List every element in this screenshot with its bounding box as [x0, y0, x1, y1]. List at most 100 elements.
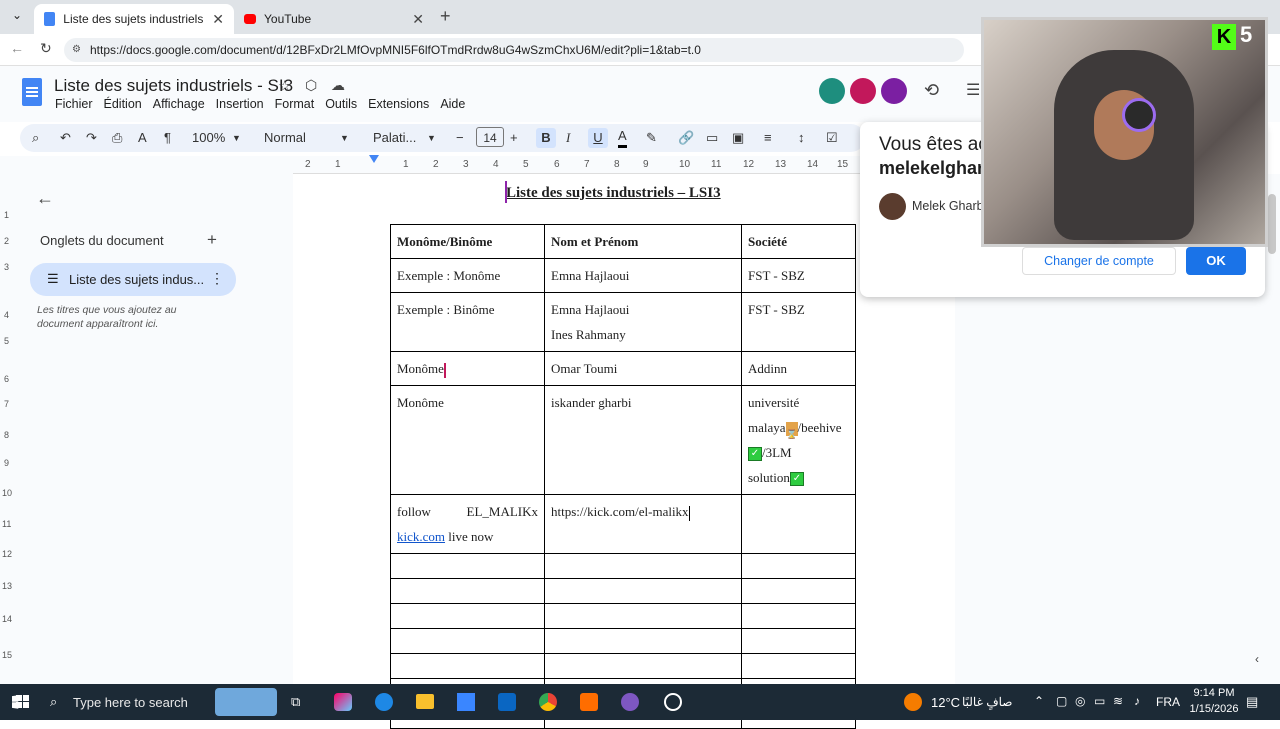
table-cell[interactable]: Emna Hajlaoui Ines Rahmany	[544, 292, 742, 352]
star-icon[interactable]: ☆	[278, 77, 291, 95]
decrease-size-icon[interactable]: −	[456, 128, 464, 148]
search-icon[interactable]: ⌕	[32, 128, 39, 148]
link-icon[interactable]: 🔗	[678, 128, 694, 148]
url-field[interactable]: https://docs.google.com/document/d/12BFx…	[64, 38, 964, 62]
table-cell[interactable]	[741, 553, 856, 579]
tab-search-icon[interactable]: ⌄	[8, 8, 26, 26]
table-header-cell[interactable]: Société	[741, 224, 856, 259]
table-cell[interactable]: Monôme	[390, 385, 545, 495]
kick-link[interactable]: kick.com	[397, 529, 445, 544]
move-icon[interactable]: ⬡	[305, 77, 317, 94]
table-cell[interactable]	[390, 628, 545, 654]
chevron-down-icon[interactable]: ▼	[427, 128, 436, 148]
chevron-down-icon[interactable]: ▼	[232, 128, 241, 148]
style-select[interactable]: Normal	[264, 128, 306, 148]
highlight-icon[interactable]: ✎	[646, 128, 657, 148]
table-cell[interactable]	[390, 653, 545, 679]
table-cell[interactable]	[544, 628, 742, 654]
history-icon[interactable]: ⟲	[924, 80, 939, 101]
comments-icon[interactable]: ☰	[966, 80, 980, 100]
table-cell[interactable]: Omar Toumi	[544, 351, 742, 386]
copilot-icon[interactable]	[334, 693, 352, 711]
comment-icon[interactable]: ▭	[706, 128, 718, 148]
chevron-up-icon[interactable]: ⌃	[1034, 694, 1044, 708]
discord-icon[interactable]	[621, 693, 639, 711]
back-arrow-icon[interactable]: ←	[36, 188, 54, 209]
document-heading[interactable]: Liste des sujets industriels – LSI3	[506, 185, 721, 202]
volume-icon[interactable]: ♪	[1134, 694, 1140, 708]
collaborator-avatar[interactable]	[819, 78, 845, 104]
table-cell[interactable]: Monôme	[390, 351, 545, 386]
undo-icon[interactable]: ↶	[60, 128, 71, 148]
spellcheck-icon[interactable]: A	[138, 128, 147, 148]
edge-icon[interactable]	[375, 693, 393, 711]
table-cell[interactable]: Addinn	[741, 351, 856, 386]
taskbar-search-box[interactable]: Type here to search	[73, 695, 188, 710]
app-icon[interactable]	[580, 693, 598, 711]
start-button[interactable]	[16, 695, 29, 708]
wifi-icon[interactable]: ≋	[1113, 694, 1123, 708]
notification-icon[interactable]: ▤	[1246, 694, 1258, 710]
table-cell[interactable]: FST - SBZ	[741, 292, 856, 352]
table-cell[interactable]	[741, 603, 856, 629]
expand-icon[interactable]: ‹	[1255, 652, 1259, 666]
zoom-select[interactable]: 100%	[192, 128, 225, 148]
menu-outils[interactable]: Outils	[325, 97, 357, 111]
bold-button[interactable]: B	[536, 128, 556, 148]
table-cell[interactable]: Exemple : Monôme	[390, 258, 545, 293]
image-icon[interactable]: ▣	[732, 128, 744, 148]
table-cell[interactable]	[544, 653, 742, 679]
clock-time[interactable]: 9:14 PM	[1190, 687, 1238, 699]
tab-youtube[interactable]: YouTube ✕	[234, 4, 434, 34]
table-cell[interactable]	[741, 494, 856, 554]
menu-aide[interactable]: Aide	[440, 97, 465, 111]
italic-button[interactable]: I	[566, 128, 570, 148]
chevron-down-icon[interactable]: ▼	[340, 128, 349, 148]
table-cell[interactable]	[544, 553, 742, 579]
switch-account-button[interactable]: Changer de compte	[1022, 247, 1176, 275]
reload-icon[interactable]: ↻	[40, 40, 52, 57]
paint-format-icon[interactable]: ¶	[164, 128, 171, 148]
checklist-icon[interactable]: ☑	[826, 128, 838, 148]
font-select[interactable]: Palati...	[373, 128, 416, 148]
table-cell[interactable]	[390, 553, 545, 579]
weather-temp[interactable]: 12°C	[931, 695, 960, 710]
table-cell[interactable]	[741, 578, 856, 604]
table-cell[interactable]	[741, 628, 856, 654]
table-cell[interactable]	[544, 603, 742, 629]
table-cell[interactable]: Emna Hajlaoui	[544, 258, 742, 293]
table-cell[interactable]	[741, 653, 856, 679]
table-header-cell[interactable]: Monôme/Binôme	[390, 224, 545, 259]
new-tab-icon[interactable]: +	[440, 6, 451, 27]
collaborator-avatar[interactable]	[881, 78, 907, 104]
tab-docs[interactable]: Liste des sujets industriels - SI3 - G ✕	[34, 4, 234, 34]
table-cell[interactable]: https://kick.com/el-malikx	[544, 494, 742, 554]
align-icon[interactable]: ≡	[764, 128, 772, 148]
indent-marker[interactable]	[369, 155, 379, 163]
menu-insertion[interactable]: Insertion	[216, 97, 264, 111]
back-icon[interactable]: ←	[10, 40, 24, 56]
more-options-icon[interactable]: ⋮	[210, 270, 224, 287]
close-icon[interactable]: ✕	[412, 11, 424, 28]
menu-affichage[interactable]: Affichage	[153, 97, 205, 111]
ok-button[interactable]: OK	[1186, 247, 1246, 275]
camera-icon[interactable]: ▢	[1056, 694, 1067, 708]
text-color-button[interactable]: A	[618, 128, 627, 148]
increase-size-icon[interactable]: +	[510, 128, 518, 148]
menu-extensions[interactable]: Extensions	[368, 97, 429, 111]
print-icon[interactable]: ⎙	[112, 128, 122, 148]
table-cell[interactable]	[390, 578, 545, 604]
line-spacing-icon[interactable]: ↕	[798, 128, 805, 148]
table-cell[interactable]: université malaya⌛/beehive ✓/3LM solutio…	[741, 385, 856, 495]
language-indicator[interactable]: FRA	[1156, 695, 1180, 709]
redo-icon[interactable]: ↷	[86, 128, 97, 148]
site-info-icon[interactable]: ⚙	[72, 44, 81, 55]
underline-button[interactable]: U	[588, 128, 608, 148]
font-size-input[interactable]: 14	[476, 127, 504, 147]
doc-title[interactable]: Liste des sujets industriels - SI3	[54, 76, 293, 96]
menu-fichier[interactable]: Fichier	[55, 97, 93, 111]
menu-format[interactable]: Format	[275, 97, 315, 111]
task-view-icon[interactable]: ⧉	[291, 694, 300, 710]
table-cell[interactable]	[544, 578, 742, 604]
battery-icon[interactable]: ▭	[1094, 694, 1105, 708]
